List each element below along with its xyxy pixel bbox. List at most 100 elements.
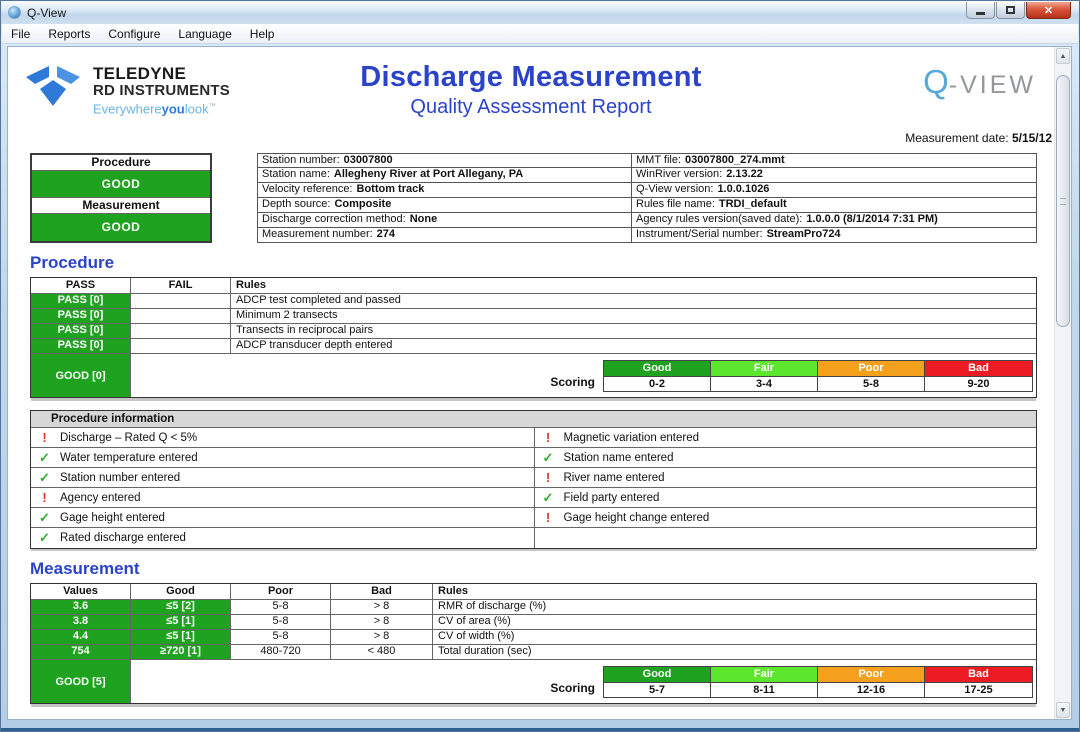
measurement-heading: Measurement: [30, 559, 140, 578]
titlebar[interactable]: Q-View ✕: [1, 1, 1079, 24]
measurement-overall-score: GOOD [5]: [31, 660, 131, 703]
warning-icon: !: [545, 510, 551, 525]
measurement-scoring-zone: Scoring Good Fair Poor Bad 5-7 8-11 12-16 17-25: [550, 660, 1036, 703]
proc-column-header: FAIL: [131, 278, 231, 294]
meas-rule-cell: CV of area (%): [433, 615, 1036, 630]
scoring-band-bad: Bad: [925, 666, 1032, 682]
proc-column-header: PASS: [31, 278, 131, 294]
info-label: Agency rules version(saved date):: [636, 213, 803, 225]
checklist-item: ✓ Water temperature entered: [31, 448, 534, 468]
info-row: Instrument/Serial number: StreamPro724: [632, 228, 1037, 243]
info-value: 03007800_274.mmt: [685, 154, 785, 166]
meas-column-header: Good: [131, 584, 231, 600]
scoring-band-fair: Fair: [711, 666, 818, 682]
scoring-band-good: Good: [604, 666, 711, 682]
info-value: 1.0.0.1026: [717, 183, 770, 195]
vertical-scrollbar[interactable]: ▲ ▼: [1054, 47, 1071, 719]
info-row: Depth source: Composite: [257, 198, 632, 213]
maximize-button[interactable]: [996, 2, 1025, 19]
proc-fail-cell: [131, 294, 231, 309]
meas-good-cell: ≤5 [1]: [131, 615, 231, 630]
info-row: Measurement number: 274: [257, 228, 632, 243]
status-section-label: Procedure: [32, 155, 210, 171]
menu-item-reports[interactable]: Reports: [39, 25, 99, 43]
check-icon: ✓: [542, 489, 554, 505]
scroll-down-button[interactable]: ▼: [1056, 702, 1070, 718]
maximize-icon: [1006, 6, 1015, 14]
info-value: StreamPro724: [766, 228, 841, 240]
scoring-range: 3-4: [711, 375, 818, 391]
info-value: TRDI_default: [718, 198, 787, 210]
checklist-text: Rated discharge entered: [60, 532, 186, 544]
logo-line2: RD INSTRUMENTS: [93, 82, 230, 99]
info-label: Q-View version:: [636, 183, 714, 195]
scoring-range: 12-16: [818, 681, 925, 697]
info-column-right: MMT file: 03007800_274.mmt WinRiver versio…: [632, 153, 1037, 243]
measurement-rules-grid: Values Good Poor Bad Rules 3.6 ≤5 [2] 5-8 > 8 RMR…: [31, 584, 1036, 660]
procedure-rules-grid: PASS FAIL Rules PASS [0] ADCP test completed…: [31, 278, 1036, 354]
check-icon: ✓: [39, 509, 50, 525]
measurement-date: Measurement date: 5/15/12: [905, 131, 1052, 145]
checklist-text: Field party entered: [563, 491, 660, 504]
warning-icon: !: [42, 490, 47, 505]
proc-fail-cell: [131, 339, 231, 354]
checklist-item: ! Discharge – Rated Q < 5%: [31, 428, 534, 448]
checklist-item: [535, 528, 1037, 548]
meas-bad-cell: > 8: [331, 630, 433, 645]
scroll-up-button[interactable]: ▲: [1056, 48, 1070, 64]
meas-good-cell: ≤5 [2]: [131, 600, 231, 615]
info-row: Agency rules version(saved date): 1.0.0.0…: [632, 213, 1037, 228]
meas-good-cell: ≥720 [1]: [131, 645, 231, 660]
check-icon: ✓: [39, 449, 50, 465]
scoring-band-fair: Fair: [711, 360, 818, 376]
close-button[interactable]: ✕: [1026, 2, 1071, 19]
summary-section: Procedure GOOD Measurement GOOD Station num…: [30, 153, 1037, 243]
info-row: MMT file: 03007800_274.mmt: [632, 153, 1037, 168]
checklist-text: Gage height change entered: [563, 511, 710, 524]
checklist-item: ✓ Rated discharge entered: [31, 528, 534, 548]
minimize-icon: [976, 12, 985, 15]
proc-rule-cell: ADCP test completed and passed: [231, 294, 1036, 309]
info-row: WinRiver version: 2.13.22: [632, 168, 1037, 183]
scoring-band-poor: Poor: [818, 666, 925, 682]
checklist-text: Magnetic variation entered: [563, 431, 700, 444]
meas-bad-cell: > 8: [331, 615, 433, 630]
report-viewport: TELEDYNE RD INSTRUMENTS Everywhereyouloo…: [7, 46, 1072, 720]
proc-pass-cell: PASS [0]: [31, 339, 131, 354]
proc-fail-cell: [131, 324, 231, 339]
minimize-button[interactable]: [966, 2, 995, 19]
procedure-information-columns: ! Discharge – Rated Q < 5% ✓ Water temperat…: [31, 428, 1036, 548]
meas-rule-cell: Total duration (sec): [433, 645, 1036, 660]
menu-item-help[interactable]: Help: [241, 25, 284, 43]
status-section-label: Measurement: [32, 198, 210, 214]
procedure-information-table: Procedure information ! Discharge – Rated…: [30, 410, 1037, 549]
proc-pass-cell: PASS [0]: [31, 324, 131, 339]
info-row: Q-View version: 1.0.0.1026: [632, 183, 1037, 198]
proc-pass-cell: PASS [0]: [31, 294, 131, 309]
checklist-item: ✓ Gage height entered: [31, 508, 534, 528]
measurement-info-table: Station number: 03007800 Station name: Alle…: [257, 153, 1037, 243]
checklist-text: Station number entered: [60, 471, 181, 484]
report-header: TELEDYNE RD INSTRUMENTS Everywhereyouloo…: [8, 47, 1054, 151]
info-label: Discharge correction method:: [262, 213, 406, 225]
menu-item-configure[interactable]: Configure: [99, 25, 169, 43]
info-row: Velocity reference: Bottom track: [257, 183, 632, 198]
scoring-range: 8-11: [711, 681, 818, 697]
status-section-value: GOOD: [32, 171, 210, 198]
menu-item-language[interactable]: Language: [169, 25, 240, 43]
report-subtitle: Quality Assessment Report: [410, 96, 652, 118]
warning-icon: !: [545, 430, 551, 445]
menu-item-file[interactable]: File: [2, 25, 39, 43]
meas-poor-cell: 5-8: [231, 630, 331, 645]
scoring-label: Scoring: [550, 375, 595, 389]
menu-bar: File Reports Configure Language Help: [2, 24, 1078, 44]
scoring-band-good: Good: [604, 360, 711, 376]
meas-value-cell: 3.8: [31, 615, 131, 630]
checklist-item: ! Magnetic variation entered: [534, 428, 1036, 448]
scrollbar-thumb[interactable]: [1056, 75, 1070, 327]
checklist-item: ✓ Station number entered: [31, 468, 534, 488]
proc-rule-cell: Minimum 2 transects: [231, 309, 1036, 324]
close-icon: ✕: [1043, 4, 1054, 17]
scoring-range: 0-2: [604, 375, 711, 391]
info-value: 274: [376, 228, 396, 240]
